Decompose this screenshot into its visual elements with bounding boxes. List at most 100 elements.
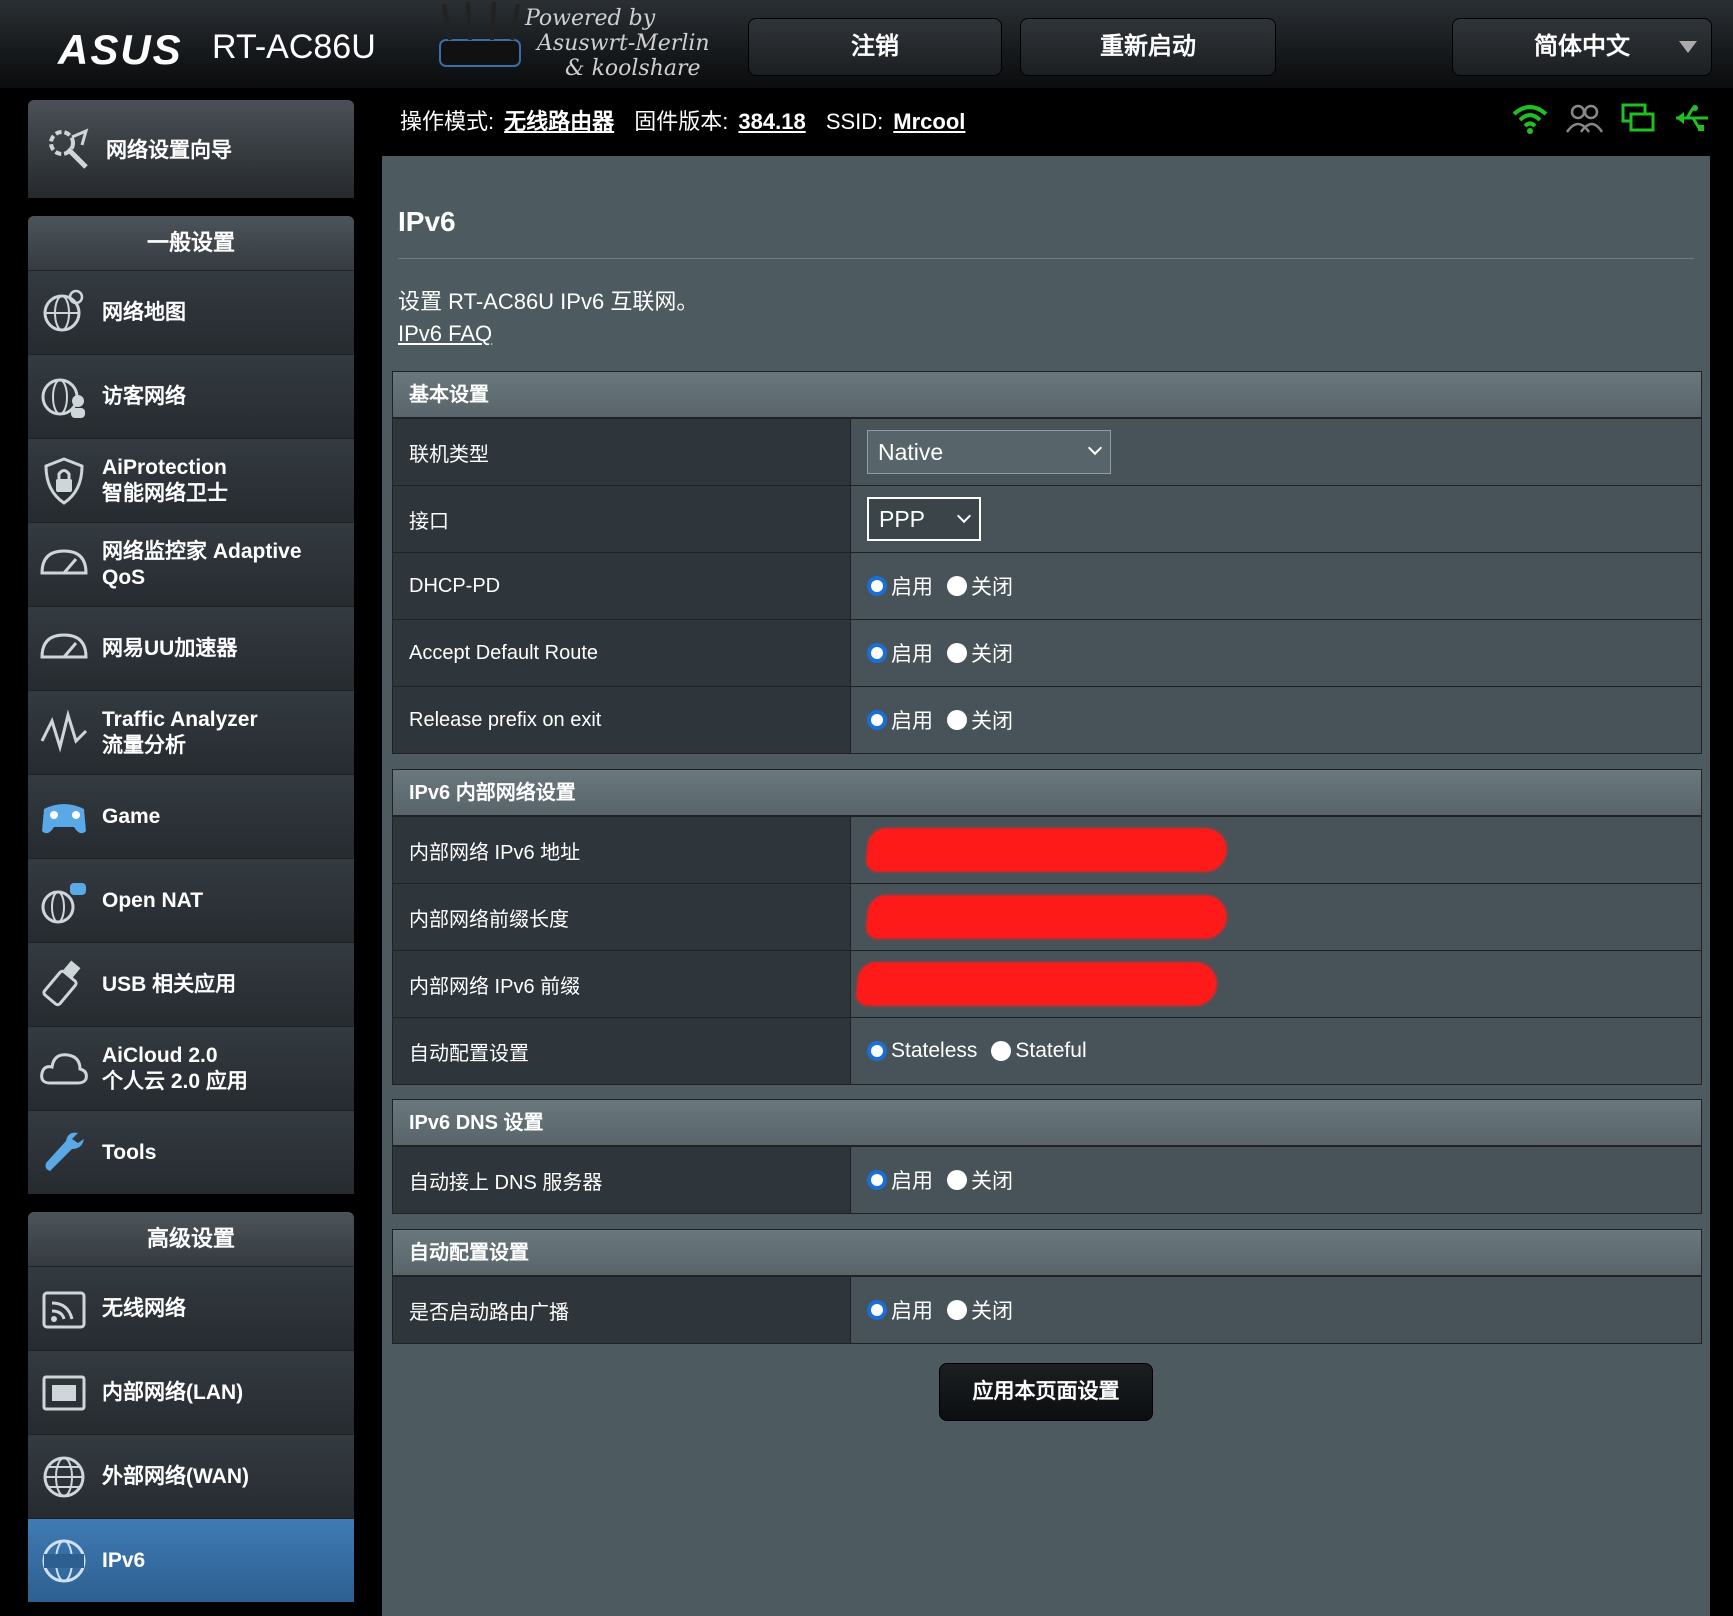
accept-route-disable-radio[interactable]: 关闭: [947, 638, 1013, 668]
sidebar-item-label: Traffic Analyzer 流量分析: [102, 707, 258, 757]
wrench-icon: [45, 1132, 84, 1171]
sidebar-item-label: Tools: [102, 1140, 157, 1164]
clients-icon[interactable]: [1565, 102, 1603, 134]
wan-globe-icon: [43, 1456, 85, 1497]
sidebar-item-general-0[interactable]: 网络地图: [28, 270, 354, 354]
sidebar-item-general-5[interactable]: Traffic Analyzer 流量分析: [28, 690, 354, 774]
table-row: 内部网络前缀长度: [393, 883, 1701, 950]
sidebar-item-general-2[interactable]: AiProtection 智能网络卫士: [28, 438, 354, 522]
model-name: RT-AC86U: [212, 28, 376, 66]
wireless-icon: [42, 1291, 86, 1328]
advanced-settings-header: 高级设置: [28, 1212, 354, 1266]
chevron-down-icon: [956, 508, 972, 524]
sidebar-item-label: IPv6: [102, 1548, 146, 1572]
top-header: ASUS RT-AC86U Powered by Asuswrt-Merlin …: [0, 0, 1733, 88]
lan-ipv6-section: IPv6 内部网络设置 内部网络 IPv6 地址 内部网络前缀长度 内部网络 I…: [392, 769, 1702, 1085]
router-advert-enable-radio[interactable]: 启用: [867, 1295, 933, 1325]
asus-logo: ASUS: [58, 26, 183, 73]
firmware-link[interactable]: 384.18: [738, 109, 805, 134]
ipv6-faq-link[interactable]: IPv6 FAQ: [398, 321, 492, 347]
qis-wizard-button[interactable]: 网络设置向导: [28, 100, 354, 198]
status-icons: [1511, 102, 1711, 134]
release-prefix-disable-radio[interactable]: 关闭: [947, 705, 1013, 735]
router-advert-radios: 启用 关闭: [851, 1277, 1701, 1343]
ssid-link[interactable]: Mrcool: [893, 109, 965, 134]
sidebar-item-general-9[interactable]: AiCloud 2.0 个人云 2.0 应用: [28, 1026, 354, 1110]
basic-settings-header: 基本设置: [393, 372, 1701, 418]
reboot-button[interactable]: 重新启动: [1020, 18, 1276, 76]
network-icon[interactable]: [1619, 102, 1657, 134]
logout-button[interactable]: 注销: [748, 18, 1002, 76]
sidebar-item-label: AiProtection 智能网络卫士: [102, 455, 228, 505]
sidebar-item-advanced-1[interactable]: 内部网络(LAN): [28, 1350, 354, 1434]
sidebar-item-label: 内部网络(LAN): [102, 1380, 244, 1404]
autoconf-radios: Stateless Stateful: [851, 1018, 1701, 1084]
connection-type-select[interactable]: Native: [867, 430, 1111, 474]
table-row: Accept Default Route 启用 关闭: [393, 619, 1701, 686]
sidebar-item-label: AiCloud 2.0 个人云 2.0 应用: [102, 1043, 248, 1093]
sidebar-item-advanced-2[interactable]: 外部网络(WAN): [28, 1434, 354, 1518]
dns-section: IPv6 DNS 设置 自动接上 DNS 服务器 启用 关闭: [392, 1099, 1702, 1214]
redacted-ipv6-address: [864, 828, 1230, 872]
cloud-icon: [40, 1052, 88, 1084]
language-select[interactable]: 简体中文: [1452, 18, 1712, 76]
dhcp-pd-enable-radio[interactable]: 启用: [867, 571, 933, 601]
sidebar-item-advanced-0[interactable]: 无线网络: [28, 1266, 354, 1350]
auto-dns-enable-radio[interactable]: 启用: [867, 1165, 933, 1195]
table-row: 内部网络 IPv6 前缀: [393, 950, 1701, 1017]
sidebar-item-general-1[interactable]: 访客网络: [28, 354, 354, 438]
stateless-radio[interactable]: Stateless: [867, 1039, 977, 1063]
sidebar-item-general-4[interactable]: 网易UU加速器: [28, 606, 354, 690]
autoconf-header: 自动配置设置: [393, 1230, 1701, 1276]
accept-route-radios: 启用 关闭: [851, 620, 1701, 686]
sidebar-item-general-7[interactable]: Open NAT: [28, 858, 354, 942]
sidebar-item-advanced-3[interactable]: IPv6: [28, 1518, 354, 1602]
gauge-icon: [40, 632, 88, 658]
op-mode-link[interactable]: 无线路由器: [504, 109, 614, 134]
interface-select[interactable]: PPP: [867, 497, 981, 541]
open-nat-icon: [41, 882, 86, 923]
gamepad-icon: [42, 803, 86, 833]
gauge-icon: [40, 548, 88, 574]
wifi-icon[interactable]: [1511, 102, 1549, 134]
apply-button[interactable]: 应用本页面设置: [939, 1363, 1153, 1421]
lan-icon: [42, 1375, 86, 1410]
redacted-prefix-length: [864, 895, 1230, 939]
title-divider: [398, 258, 1694, 259]
stateful-radio[interactable]: Stateful: [991, 1039, 1087, 1063]
page-title: IPv6: [398, 206, 456, 237]
dhcp-pd-radios: 启用 关闭: [851, 553, 1701, 619]
usb-icon[interactable]: [1673, 102, 1711, 134]
globe-network-icon: [43, 289, 84, 331]
release-prefix-radios: 启用 关闭: [851, 687, 1701, 753]
auto-dns-disable-radio[interactable]: 关闭: [947, 1165, 1013, 1195]
chevron-down-icon: [1679, 41, 1697, 53]
sidebar-item-label: Game: [102, 804, 161, 828]
sidebar-item-general-8[interactable]: USB 相关应用: [28, 942, 354, 1026]
table-row: 自动配置设置 Stateless Stateful: [393, 1017, 1701, 1084]
dhcp-pd-disable-radio[interactable]: 关闭: [947, 571, 1013, 601]
table-row: 接口 PPP: [393, 485, 1701, 552]
table-row: Release prefix on exit 启用 关闭: [393, 686, 1701, 753]
shield-lock-icon: [44, 456, 84, 505]
sidebar-item-general-3[interactable]: 网络监控家 Adaptive QoS: [28, 522, 354, 606]
accept-route-enable-radio[interactable]: 启用: [867, 638, 933, 668]
sidebar-item-label: 网络地图: [102, 300, 186, 324]
release-prefix-enable-radio[interactable]: 启用: [867, 705, 933, 735]
chevron-down-icon: [1087, 440, 1103, 456]
sidebar-item-general-10[interactable]: Tools: [28, 1110, 354, 1194]
sidebar-item-label: 访客网络: [102, 384, 186, 408]
lan-ipv6-header: IPv6 内部网络设置: [393, 770, 1701, 816]
ipv6-icon: [42, 1539, 86, 1582]
router-image-icon: [439, 1, 521, 67]
sidebar-item-label: 网络监控家 Adaptive QoS: [102, 539, 302, 589]
usb-app-icon: [42, 960, 81, 1006]
sidebar-item-general-6[interactable]: Game: [28, 774, 354, 858]
dns-header: IPv6 DNS 设置: [393, 1100, 1701, 1146]
status-bar: 操作模式: 无线路由器 固件版本: 384.18 SSID: Mrcool: [400, 109, 966, 134]
general-settings-group: 一般设置 网络地图访客网络 AiProtection 智能网络卫士网络监控家 Ad…: [28, 216, 354, 1194]
redacted-ipv6-prefix: [854, 962, 1220, 1006]
router-advert-disable-radio[interactable]: 关闭: [947, 1295, 1013, 1325]
general-settings-header: 一般设置: [28, 216, 354, 270]
sidebar-item-label: 无线网络: [102, 1296, 186, 1320]
